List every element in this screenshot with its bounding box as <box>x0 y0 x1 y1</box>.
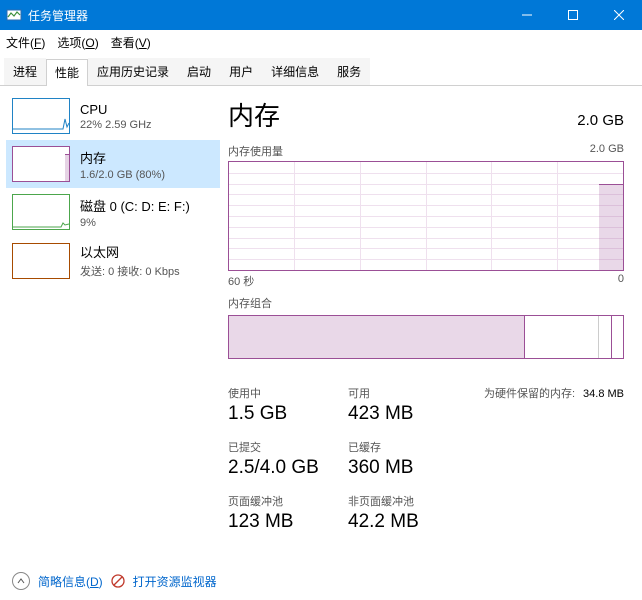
stat-value: 1.5 GB <box>228 403 348 425</box>
content: CPU 22% 2.59 GHz 内存 1.6/2.0 GB (80%) 磁盘 … <box>0 86 642 576</box>
stat-label: 已提交 <box>228 439 348 455</box>
maximize-button[interactable] <box>550 0 596 30</box>
sidebar-item-cpu[interactable]: CPU 22% 2.59 GHz <box>6 92 220 140</box>
stat-label: 使用中 <box>228 385 348 401</box>
sidebar-item-label: 内存 <box>80 148 165 167</box>
stat-value: 2.5/4.0 GB <box>228 457 348 479</box>
composition-label: 内存组合 <box>228 295 272 311</box>
xaxis-left: 60 秒 <box>228 273 254 289</box>
sidebar: CPU 22% 2.59 GHz 内存 1.6/2.0 GB (80%) 磁盘 … <box>0 86 220 576</box>
menu-file[interactable]: 文件(F) <box>6 34 45 51</box>
menu-view[interactable]: 查看(V) <box>111 34 151 51</box>
menu-options[interactable]: 选项(O) <box>57 34 98 51</box>
stat-value: 360 MB <box>348 457 468 479</box>
chevron-up-icon[interactable] <box>12 572 30 590</box>
tab-users[interactable]: 用户 <box>220 58 262 85</box>
stat-value: 42.2 MB <box>348 511 468 533</box>
disk-thumb-icon <box>12 194 70 230</box>
tab-details[interactable]: 详细信息 <box>262 58 328 85</box>
open-resource-monitor-link[interactable]: 打开资源监视器 <box>133 573 217 590</box>
minimize-button[interactable] <box>504 0 550 30</box>
stat-label: 页面缓冲池 <box>228 493 348 509</box>
window-title: 任务管理器 <box>28 7 504 24</box>
sidebar-item-disk[interactable]: 磁盘 0 (C: D: E: F:) 9% <box>6 188 220 236</box>
sidebar-item-sub: 22% 2.59 GHz <box>80 119 152 131</box>
tab-startup[interactable]: 启动 <box>178 58 220 85</box>
memory-total: 2.0 GB <box>577 112 624 129</box>
stat-label: 已缓存 <box>348 439 468 455</box>
page-title: 内存 <box>228 96 280 133</box>
sidebar-item-sub: 1.6/2.0 GB (80%) <box>80 169 165 181</box>
menu-bar: 文件(F) 选项(O) 查看(V) <box>0 30 642 52</box>
stat-value: 423 MB <box>348 403 468 425</box>
tab-app-history[interactable]: 应用历史记录 <box>88 58 178 85</box>
stat-value: 123 MB <box>228 511 348 533</box>
stat-value: 34.8 MB <box>583 388 624 400</box>
tab-strip: 进程 性能 应用历史记录 启动 用户 详细信息 服务 <box>0 58 642 86</box>
cpu-thumb-icon <box>12 98 70 134</box>
footer: 简略信息(D) 打开资源监视器 <box>12 572 217 590</box>
xaxis-right: 0 <box>618 273 624 289</box>
memory-panel: 内存 2.0 GB 内存使用量 2.0 GB 60 秒 0 内存组合 <box>220 86 642 576</box>
memory-composition-chart[interactable] <box>228 315 624 359</box>
stat-label: 可用 <box>348 385 468 401</box>
sidebar-item-label: CPU <box>80 102 152 117</box>
taskmgr-icon <box>6 7 22 23</box>
fewer-details-link[interactable]: 简略信息(D) <box>38 573 103 590</box>
tab-services[interactable]: 服务 <box>328 58 370 85</box>
memory-thumb-icon <box>12 146 70 182</box>
sidebar-item-sub: 9% <box>80 217 190 229</box>
sidebar-item-memory[interactable]: 内存 1.6/2.0 GB (80%) <box>6 140 220 188</box>
sidebar-item-label: 以太网 <box>80 242 180 261</box>
tab-performance[interactable]: 性能 <box>46 59 88 86</box>
resource-monitor-icon <box>111 574 125 588</box>
memory-usage-chart[interactable] <box>228 161 624 271</box>
usage-chart-max: 2.0 GB <box>590 143 624 159</box>
tab-processes[interactable]: 进程 <box>4 58 46 85</box>
stat-label: 非页面缓冲池 <box>348 493 468 509</box>
sidebar-item-sub: 发送: 0 接收: 0 Kbps <box>80 263 180 279</box>
sidebar-item-label: 磁盘 0 (C: D: E: F:) <box>80 196 190 215</box>
close-button[interactable] <box>596 0 642 30</box>
usage-chart-label: 内存使用量 <box>228 143 283 159</box>
stat-label: 为硬件保留的内存: <box>484 385 575 401</box>
sidebar-item-ethernet[interactable]: 以太网 发送: 0 接收: 0 Kbps <box>6 236 220 285</box>
titlebar: 任务管理器 <box>0 0 642 30</box>
memory-stats: 使用中 1.5 GB 可用 423 MB 为硬件保留的内存: 34.8 MB 已… <box>228 385 624 533</box>
ethernet-thumb-icon <box>12 243 70 279</box>
